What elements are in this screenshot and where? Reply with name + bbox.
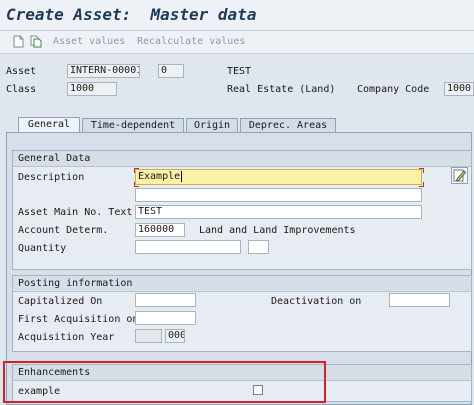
capitalized-on-label: Capitalized On bbox=[18, 296, 103, 307]
posting-information-header: Posting information bbox=[13, 276, 471, 292]
focus-corner-br bbox=[419, 182, 424, 187]
tab-origin-label: Origin bbox=[193, 120, 231, 131]
asset-number-field[interactable]: INTERN-00001 bbox=[67, 64, 140, 78]
asset-values-button[interactable]: Asset values bbox=[53, 36, 125, 47]
posting-information-title: Posting information bbox=[18, 278, 133, 289]
account-determ-text: Land and Land Improvements bbox=[199, 225, 356, 236]
new-document-icon[interactable] bbox=[12, 35, 24, 48]
text-cursor bbox=[181, 170, 183, 182]
class-text: Real Estate (Land) bbox=[227, 84, 336, 95]
edit-text-icon bbox=[453, 169, 467, 182]
focus-corner-bl bbox=[134, 182, 139, 187]
long-text-button[interactable] bbox=[451, 167, 468, 184]
tab-time-dependent-label: Time-dependent bbox=[90, 120, 176, 131]
page-title: Create Asset: Master data bbox=[6, 5, 257, 24]
description-value: Example bbox=[138, 171, 181, 182]
account-determ-input[interactable]: 160000 bbox=[135, 223, 185, 237]
asset-description-text: TEST bbox=[227, 66, 252, 77]
account-determ-label: Account Determ. bbox=[18, 225, 109, 236]
highlight-annotation-box bbox=[3, 361, 326, 403]
tab-deprec-areas-label: Deprec. Areas bbox=[248, 120, 328, 131]
tab-origin[interactable]: Origin bbox=[186, 118, 238, 132]
tab-time-dependent[interactable]: Time-dependent bbox=[82, 118, 184, 132]
title-bar: Create Asset: Master data bbox=[0, 0, 474, 31]
description-label: Description bbox=[18, 172, 85, 183]
asset-subnumber-field[interactable]: 0 bbox=[158, 64, 184, 78]
class-field[interactable]: 1000 bbox=[67, 82, 117, 96]
recalculate-values-button[interactable]: Recalculate values bbox=[137, 36, 245, 47]
focus-corner-tr bbox=[419, 168, 424, 173]
company-code-field[interactable]: 1000 bbox=[444, 82, 474, 96]
class-label: Class bbox=[6, 84, 37, 95]
general-data-title: General Data bbox=[18, 153, 91, 164]
general-data-header: General Data bbox=[13, 151, 471, 167]
tab-general-label: General bbox=[27, 119, 71, 130]
description-line2-input[interactable] bbox=[135, 188, 422, 202]
asset-main-no-text-input[interactable]: TEST bbox=[135, 205, 422, 219]
capitalized-on-input[interactable] bbox=[135, 293, 196, 307]
quantity-label: Quantity bbox=[18, 243, 67, 254]
deactivation-on-label: Deactivation on bbox=[271, 296, 362, 307]
asset-main-no-text-label: Asset Main No. Text bbox=[18, 207, 133, 218]
description-input[interactable]: Example bbox=[135, 169, 422, 185]
quantity-unit-input[interactable] bbox=[248, 240, 269, 254]
company-code-label: Company Code bbox=[357, 84, 430, 95]
first-acquisition-label: First Acquisition on bbox=[18, 314, 139, 325]
acquisition-period-input[interactable]: 000 bbox=[165, 329, 185, 343]
tab-general[interactable]: General bbox=[18, 117, 80, 133]
tab-deprec-areas[interactable]: Deprec. Areas bbox=[240, 118, 336, 132]
focus-corner-tl bbox=[134, 168, 139, 173]
quantity-input[interactable] bbox=[135, 240, 241, 254]
acquisition-year-input[interactable] bbox=[135, 329, 162, 343]
application-toolbar: Asset values Recalculate values bbox=[0, 31, 474, 54]
deactivation-on-input[interactable] bbox=[389, 293, 450, 307]
asset-label: Asset bbox=[6, 66, 37, 77]
first-acquisition-input[interactable] bbox=[135, 311, 196, 325]
copy-document-icon[interactable] bbox=[30, 35, 42, 48]
acquisition-year-label: Acquisition Year bbox=[18, 332, 115, 343]
